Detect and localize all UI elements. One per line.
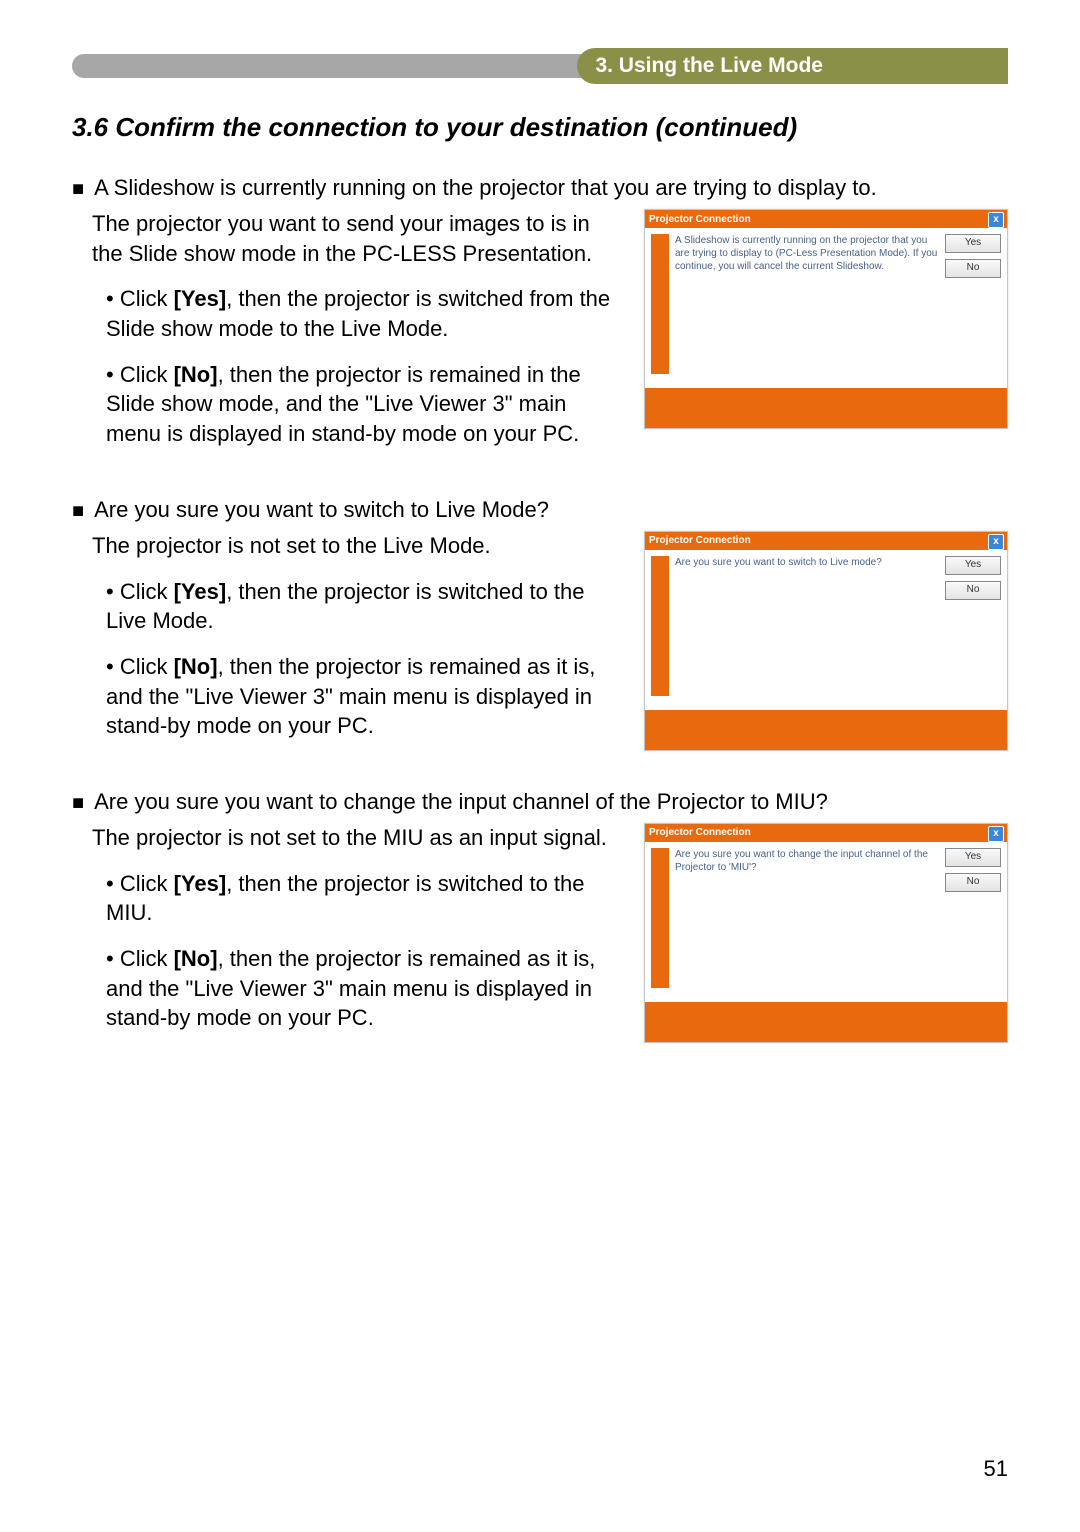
dialog-title-text: Projector Connection	[649, 535, 751, 546]
s1-no-prefix: • Click	[106, 362, 174, 387]
s2-heading-line: ■ Are you sure you want to switch to Liv…	[72, 497, 1008, 525]
s3-yes-prefix: • Click	[106, 871, 174, 896]
dialog-message: A Slideshow is currently running on the …	[675, 234, 939, 374]
dialog-message: Are you sure you want to switch to Live …	[675, 556, 939, 696]
dialog-footer	[645, 386, 1007, 428]
dialog-2: Projector Connection x Are you sure you …	[644, 531, 1008, 751]
s1-no-item: • Click [No], then the projector is rema…	[106, 360, 614, 449]
section-title: 3.6 Confirm the connection to your desti…	[72, 112, 1008, 143]
s2-yes-prefix: • Click	[106, 579, 174, 604]
s3-heading-line: ■ Are you sure you want to change the in…	[72, 789, 1008, 817]
s1-textcol: The projector you want to send your imag…	[72, 209, 614, 465]
dialog-1: Projector Connection x A Slideshow is cu…	[644, 209, 1008, 429]
s1-heading: A Slideshow is currently running on the …	[94, 175, 877, 203]
square-bullet-icon: ■	[72, 497, 84, 525]
dialog-title-text: Projector Connection	[649, 827, 751, 838]
yes-button[interactable]: Yes	[945, 848, 1001, 867]
dialog-footer	[645, 708, 1007, 750]
s2-yes-item: • Click [Yes], then the projector is swi…	[106, 577, 614, 636]
s3-heading: Are you sure you want to change the inpu…	[94, 789, 828, 817]
page-number: 51	[984, 1456, 1008, 1482]
s3-no-label: [No]	[174, 946, 218, 971]
s1-yes-label: [Yes]	[174, 286, 227, 311]
s3-yes-label: [Yes]	[174, 871, 227, 896]
dialog-footer	[645, 1000, 1007, 1042]
dialog-titlebar: Projector Connection x	[645, 532, 1007, 550]
s2-no-label: [No]	[174, 654, 218, 679]
s1-no-label: [No]	[174, 362, 218, 387]
s2-no-prefix: • Click	[106, 654, 174, 679]
s2-textcol: The projector is not set to the Live Mod…	[72, 531, 614, 757]
no-button[interactable]: No	[945, 873, 1001, 892]
s1-heading-line: ■ A Slideshow is currently running on th…	[72, 175, 1008, 203]
square-bullet-icon: ■	[72, 175, 84, 203]
no-button[interactable]: No	[945, 581, 1001, 600]
dialog-3: Projector Connection x Are you sure you …	[644, 823, 1008, 1043]
dialog-title-text: Projector Connection	[649, 214, 751, 225]
chapter-title: 3. Using the Live Mode	[595, 54, 823, 78]
s2-yes-label: [Yes]	[174, 579, 227, 604]
s3-yes-item: • Click [Yes], then the projector is swi…	[106, 869, 614, 928]
close-icon[interactable]: x	[988, 212, 1004, 228]
no-button[interactable]: No	[945, 259, 1001, 278]
s1-intro: The projector you want to send your imag…	[92, 209, 614, 268]
dialog-message: Are you sure you want to change the inpu…	[675, 848, 939, 988]
close-icon[interactable]: x	[988, 534, 1004, 550]
close-icon[interactable]: x	[988, 826, 1004, 842]
chapter-header: 3. Using the Live Mode	[72, 48, 1008, 84]
manual-page: 3. Using the Live Mode 3.6 Confirm the c…	[0, 0, 1080, 1532]
dialog-sidebar	[651, 234, 669, 374]
header-olive-bar: 3. Using the Live Mode	[577, 48, 1008, 84]
s2-heading: Are you sure you want to switch to Live …	[94, 497, 549, 525]
yes-button[interactable]: Yes	[945, 556, 1001, 575]
dialog-titlebar: Projector Connection x	[645, 824, 1007, 842]
s1-yes-prefix: • Click	[106, 286, 174, 311]
s2-no-item: • Click [No], then the projector is rema…	[106, 652, 614, 741]
square-bullet-icon: ■	[72, 789, 84, 817]
s3-no-prefix: • Click	[106, 946, 174, 971]
s3-intro: The projector is not set to the MIU as a…	[92, 823, 614, 853]
dialog-titlebar: Projector Connection x	[645, 210, 1007, 228]
s3-textcol: The projector is not set to the MIU as a…	[72, 823, 614, 1049]
s2-intro: The projector is not set to the Live Mod…	[92, 531, 614, 561]
s1-yes-item: • Click [Yes], then the projector is swi…	[106, 284, 614, 343]
dialog-sidebar	[651, 848, 669, 988]
dialog-sidebar	[651, 556, 669, 696]
s3-no-item: • Click [No], then the projector is rema…	[106, 944, 614, 1033]
yes-button[interactable]: Yes	[945, 234, 1001, 253]
